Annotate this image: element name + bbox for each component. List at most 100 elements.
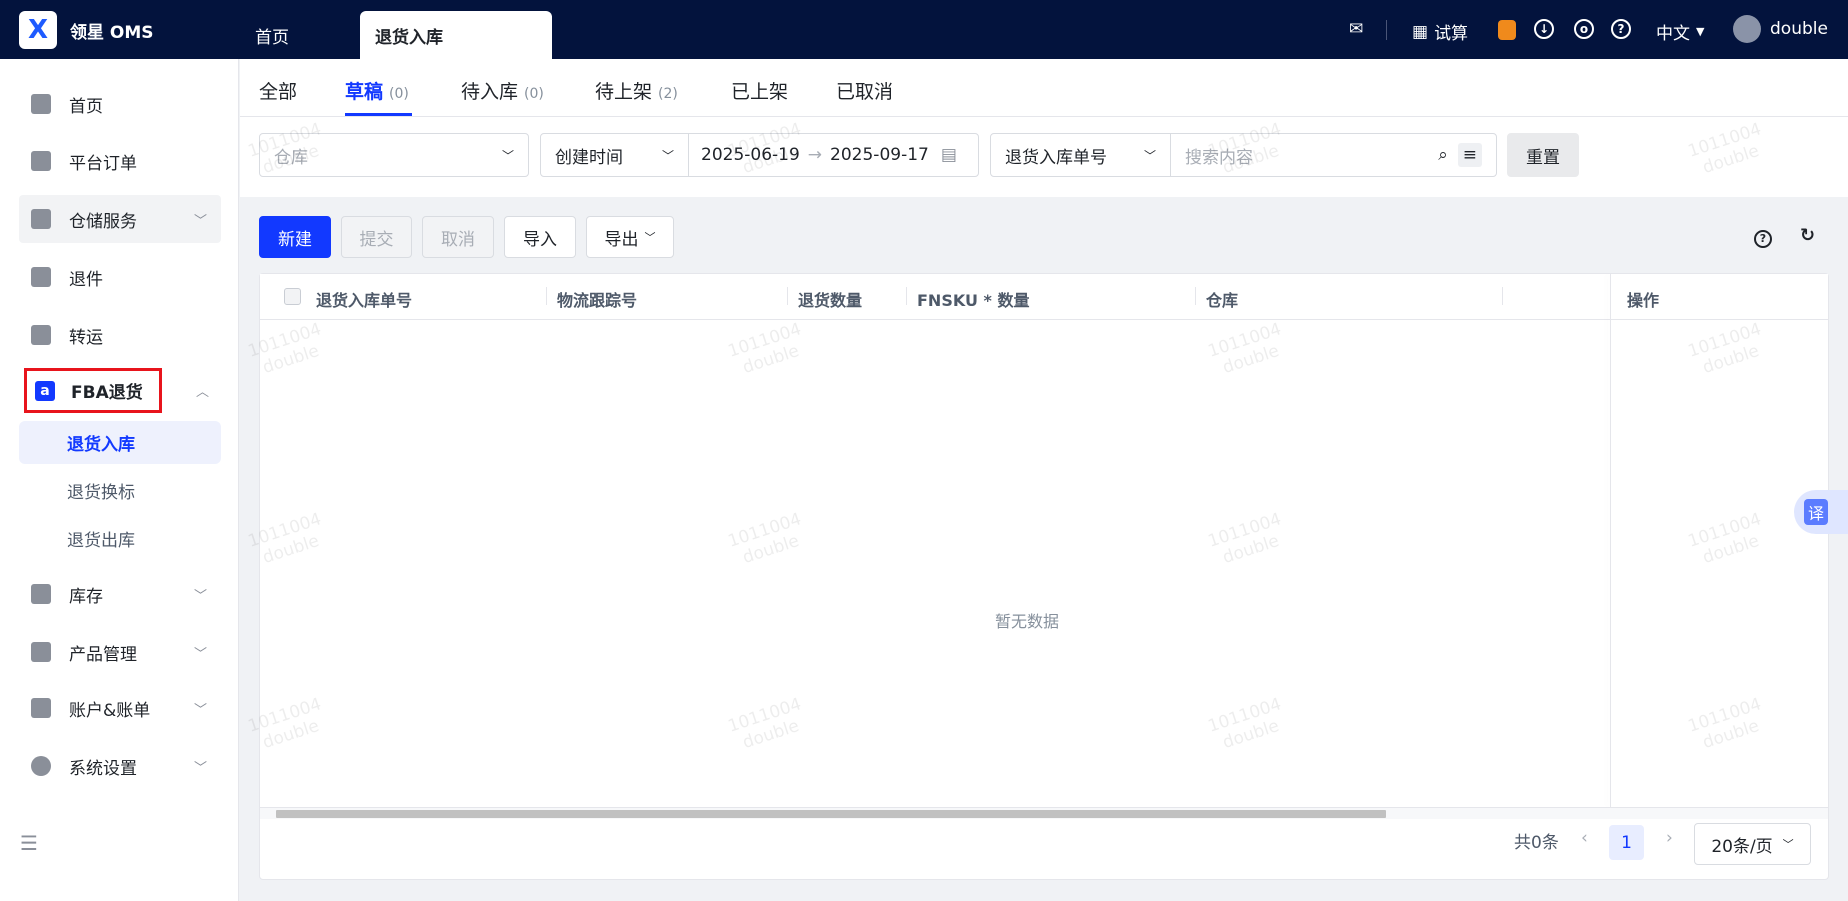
warehouse-placeholder: 仓库 <box>274 147 308 168</box>
tab-return-inbound[interactable]: 退货入库 <box>360 11 552 59</box>
status-tab-pending-shelf[interactable]: 待上架 (2) <box>595 77 678 104</box>
prev-page-icon[interactable]: ‹ <box>1581 828 1588 848</box>
caret-down-icon: ▼ <box>1696 25 1705 38</box>
export-button[interactable]: 导出 ﹀ <box>586 216 674 258</box>
col-warehouse[interactable]: 仓库 <box>1206 287 1238 311</box>
status-tab-pending-inbound[interactable]: 待入库 (0) <box>461 77 544 104</box>
tab-label: 待上架 <box>595 81 653 103</box>
tab-label: 已上架 <box>731 81 789 103</box>
tab-count: (2) <box>658 86 678 102</box>
col-fnsku-qty[interactable]: FNSKU * 数量 <box>917 287 1029 311</box>
total-count: 共0条 <box>1514 833 1559 853</box>
page-size-select[interactable]: 20条/页 ﹀ <box>1694 823 1811 865</box>
col-divider <box>787 287 788 305</box>
search-field-select[interactable]: 退货入库单号 ﹀ <box>991 134 1171 176</box>
sidebar-item-platform-orders[interactable]: 平台订单 <box>19 137 221 185</box>
select-all-checkbox[interactable] <box>284 288 301 305</box>
sidebar-item-warehouse-service[interactable]: 仓储服务 ﹀ <box>19 195 221 243</box>
date-range-picker[interactable]: 2025-06-19 → 2025-09-17 ▤ <box>689 145 978 165</box>
sidebar-item-label: FBA退货 <box>71 383 143 403</box>
chevron-down-icon: ﹀ <box>1782 838 1794 851</box>
sidebar-item-label: 库存 <box>69 586 103 607</box>
sidebar-item-products[interactable]: 产品管理 ﹀ <box>19 628 221 676</box>
logo[interactable]: X <box>19 11 57 49</box>
empty-state: 暂无数据 <box>995 612 1060 631</box>
sidebar-item-inventory[interactable]: 库存 ﹀ <box>19 570 221 618</box>
warehouse-select[interactable]: 仓库 ﹀ <box>259 133 529 177</box>
sidebar-item-label: 产品管理 <box>69 644 137 665</box>
sidebar-item-home[interactable]: 首页 <box>19 80 221 128</box>
sidebar-item-label: 账户&账单 <box>69 700 151 721</box>
col-tracking-no[interactable]: 物流跟踪号 <box>557 287 637 311</box>
robot-icon[interactable] <box>1498 20 1516 40</box>
settings-icon[interactable]: o <box>1574 19 1594 39</box>
brand-name: 领星 OMS <box>70 23 154 43</box>
time-type-label: 创建时间 <box>555 147 623 168</box>
sidebar-item-transfer[interactable]: 转运 <box>19 311 221 359</box>
language-select[interactable]: 中文 ▼ <box>1656 19 1704 44</box>
sidebar-item-returns[interactable]: 退件 <box>19 253 221 301</box>
col-divider <box>1502 287 1503 305</box>
sidebar-item-fba-returns[interactable]: a FBA退货 <box>24 368 162 413</box>
status-tab-draft[interactable]: 草稿 (0) <box>345 77 409 104</box>
page-1[interactable]: 1 <box>1609 825 1644 860</box>
chevron-down-icon: ﹀ <box>1143 148 1156 163</box>
username[interactable]: double <box>1770 19 1828 39</box>
avatar[interactable] <box>1733 15 1761 43</box>
sidebar-sub-return-inbound[interactable]: 退货入库 <box>19 421 221 464</box>
translate-button[interactable]: 译 <box>1794 490 1848 534</box>
multi-search-icon[interactable]: ≡ <box>1457 143 1482 167</box>
help-icon[interactable]: ? <box>1754 229 1772 248</box>
status-tab-all[interactable]: 全部 <box>259 77 297 104</box>
sidebar-item-label: 首页 <box>69 96 103 117</box>
settings-icon <box>31 756 51 776</box>
tab-label: 草稿 <box>345 81 384 103</box>
sidebar-item-label: 仓储服务 <box>69 211 137 232</box>
message-icon[interactable]: ✉ <box>1349 19 1363 39</box>
date-end: 2025-09-17 <box>830 145 929 165</box>
search-icon[interactable]: ⌕ <box>1438 145 1448 165</box>
horizontal-scrollbar[interactable] <box>260 807 1828 819</box>
import-button[interactable]: 导入 <box>504 216 576 258</box>
scrollbar-thumb[interactable] <box>276 810 1386 818</box>
status-tab-shelved[interactable]: 已上架 <box>731 77 788 104</box>
bag-icon <box>31 642 51 662</box>
translate-label: 译 <box>1804 499 1829 525</box>
col-return-no[interactable]: 退货入库单号 <box>316 287 412 311</box>
col-actions: 操作 <box>1627 291 1660 310</box>
chevron-down-icon: ﹀ <box>661 148 674 163</box>
sidebar-item-settings[interactable]: 系统设置 ﹀ <box>19 742 221 790</box>
divider <box>1386 20 1387 40</box>
fixed-col-divider <box>1610 274 1611 807</box>
tab-label: 待入库 <box>461 81 519 103</box>
main-content: 全部 草稿 (0) 待入库 (0) 待上架 (2) 已上架 已取消 仓库 ﹀ 创建时间 ﹀… <box>240 59 1848 901</box>
next-page-icon[interactable]: › <box>1666 828 1673 848</box>
new-button[interactable]: 新建 <box>259 216 331 258</box>
calc-button[interactable]: ▦ 试算 <box>1412 19 1468 45</box>
col-divider <box>906 287 907 305</box>
tab-home[interactable]: 首页 <box>255 11 289 59</box>
col-return-qty[interactable]: 退货数量 <box>798 287 862 311</box>
time-type-select[interactable]: 创建时间 ﹀ <box>541 134 689 176</box>
billing-icon <box>31 698 51 718</box>
cancel-button[interactable]: 取消 <box>422 216 494 258</box>
inventory-icon <box>31 584 51 604</box>
sidebar-item-billing[interactable]: 账户&账单 ﹀ <box>19 684 221 732</box>
divider <box>240 116 1848 117</box>
sidebar-sub-relabel[interactable]: 退货换标 <box>19 469 221 512</box>
reset-button[interactable]: 重置 <box>1507 133 1579 177</box>
search-input[interactable]: 搜索内容 ⌕ ≡ <box>1171 143 1496 168</box>
arrow-right-icon: → <box>807 145 823 165</box>
search-placeholder: 搜索内容 <box>1185 147 1253 168</box>
download-icon[interactable]: ↓ <box>1534 19 1554 39</box>
tab-label: 已取消 <box>836 81 894 103</box>
status-tab-cancelled[interactable]: 已取消 <box>836 77 893 104</box>
chevron-down-icon: ﹀ <box>193 760 207 776</box>
collapse-menu-icon[interactable]: ☰ <box>20 831 38 855</box>
help-icon[interactable]: ? <box>1611 19 1631 39</box>
sidebar-sub-return-outbound[interactable]: 退货出库 <box>19 517 221 560</box>
chevron-down-icon: ﹀ <box>193 588 207 604</box>
refresh-icon[interactable]: ↻ <box>1800 225 1815 246</box>
col-divider <box>546 287 547 305</box>
submit-button[interactable]: 提交 <box>341 216 412 258</box>
